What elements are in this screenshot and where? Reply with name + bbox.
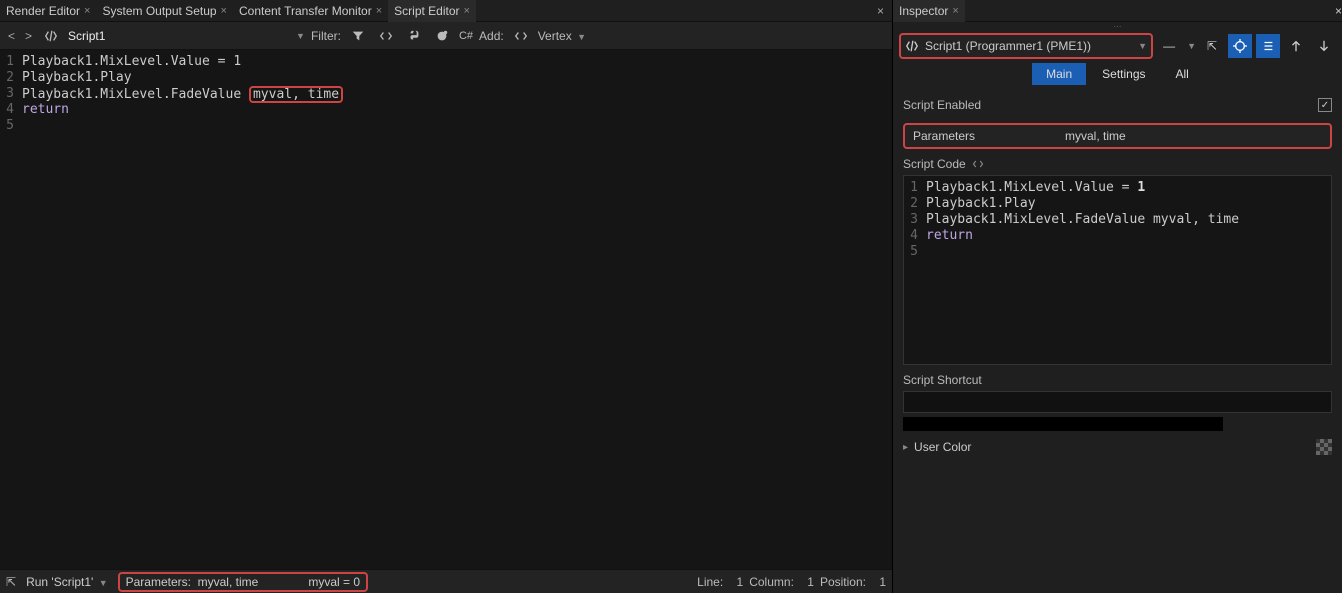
close-icon[interactable]: × — [221, 5, 227, 17]
code-editor[interactable]: 12345 Playback1.MixLevel.Value = 1 Playb… — [0, 50, 892, 569]
line-indicator: Line: 1 — [697, 575, 743, 589]
close-icon[interactable]: × — [84, 5, 90, 17]
status-params-highlight: Parameters: myval, time myval = 0 — [118, 572, 368, 592]
object-selector[interactable]: Script1 (Programmer1 (PME1)) ▼ — [899, 33, 1153, 59]
script-toolbar: < > Script1 ▼ Filter: C# Add: Vertex ▼ — [0, 22, 892, 50]
module-filter-icon[interactable] — [431, 26, 453, 46]
position-indicator: Position: 1 — [820, 575, 886, 589]
chevron-down-icon[interactable]: ▼ — [1187, 41, 1196, 51]
script-icon — [40, 26, 62, 46]
expand-icon[interactable]: ▸ — [903, 442, 908, 453]
drag-handle-icon[interactable]: ⋯ — [893, 22, 1342, 31]
panel-close-icon[interactable]: × — [869, 4, 892, 18]
tab-content-transfer[interactable]: Content Transfer Monitor× — [233, 0, 388, 22]
line-gutter: 12345 — [0, 50, 18, 569]
tab-render-editor[interactable]: Render Editor× — [0, 0, 96, 22]
tab-inspector[interactable]: Inspector× — [893, 0, 965, 22]
user-color-swatch[interactable] — [1316, 439, 1332, 455]
add-code-icon[interactable] — [510, 26, 532, 46]
pin-icon[interactable]: ⇱ — [1200, 34, 1224, 58]
chevron-down-icon[interactable]: ▼ — [296, 31, 305, 41]
tab-settings[interactable]: Settings — [1088, 63, 1159, 85]
editor-tabbar: Render Editor× System Output Setup× Cont… — [0, 0, 892, 22]
shortcut-color-bar — [903, 417, 1223, 431]
python-filter-icon[interactable] — [403, 26, 425, 46]
tab-all[interactable]: All — [1162, 63, 1203, 85]
code-icon — [972, 158, 984, 170]
parameters-row[interactable]: Parameters myval, time — [903, 123, 1332, 149]
panel-close-icon[interactable]: × — [1335, 4, 1342, 18]
tab-script-editor[interactable]: Script Editor× — [388, 0, 476, 22]
parameters-label: Parameters — [905, 129, 1065, 143]
code-body[interactable]: Playback1.MixLevel.Value = 1 Playback1.P… — [922, 176, 1331, 364]
filter-icon[interactable] — [347, 26, 369, 46]
filter-label: Filter: — [311, 29, 341, 43]
parameters-value[interactable]: myval, time — [1065, 129, 1330, 143]
close-icon[interactable]: × — [464, 5, 470, 17]
params-highlight: myval, time — [249, 86, 343, 103]
script-icon — [905, 39, 919, 53]
code-body[interactable]: Playback1.MixLevel.Value = 1 Playback1.P… — [18, 50, 892, 569]
add-label: Add: — [479, 29, 504, 43]
shortcut-input[interactable] — [903, 391, 1332, 413]
nav-back-icon[interactable]: < — [6, 29, 17, 43]
arrow-up-icon[interactable] — [1284, 34, 1308, 58]
breadcrumb[interactable]: Script1 — [68, 29, 288, 43]
close-icon[interactable]: × — [376, 5, 382, 17]
arrow-down-icon[interactable] — [1312, 34, 1336, 58]
line-gutter: 12345 — [904, 176, 922, 364]
tab-system-output[interactable]: System Output Setup× — [96, 0, 233, 22]
script-enabled-checkbox[interactable]: ✓ — [1318, 98, 1332, 112]
pin-icon[interactable]: ⇱ — [6, 575, 16, 589]
list-icon[interactable] — [1256, 34, 1280, 58]
inspector-code-editor[interactable]: 12345 Playback1.MixLevel.Value = 1 Playb… — [903, 175, 1332, 365]
code-filter-icon[interactable] — [375, 26, 397, 46]
inspector-tabbar: Inspector× × — [893, 0, 1342, 22]
tab-main[interactable]: Main — [1032, 63, 1086, 85]
script-enabled-label: Script Enabled — [903, 98, 1318, 112]
locate-icon[interactable] — [1228, 34, 1252, 58]
csharp-filter-button[interactable]: C# — [459, 26, 473, 46]
nav-forward-icon[interactable]: > — [23, 29, 34, 43]
script-code-label: Script Code — [903, 157, 1332, 171]
user-color-label: User Color — [914, 440, 971, 454]
status-bar: ⇱ Run 'Script1' ▼ Parameters: myval, tim… — [0, 569, 892, 593]
run-button[interactable]: Run 'Script1' ▼ — [26, 575, 108, 589]
inspector-tabs: Main Settings All — [893, 61, 1342, 87]
script-shortcut-label: Script Shortcut — [903, 373, 1332, 387]
add-type-dropdown[interactable]: Vertex ▼ — [538, 29, 586, 43]
column-indicator: Column: 1 — [749, 575, 814, 589]
close-icon[interactable]: × — [952, 5, 958, 17]
minimize-icon[interactable]: — — [1157, 34, 1181, 58]
